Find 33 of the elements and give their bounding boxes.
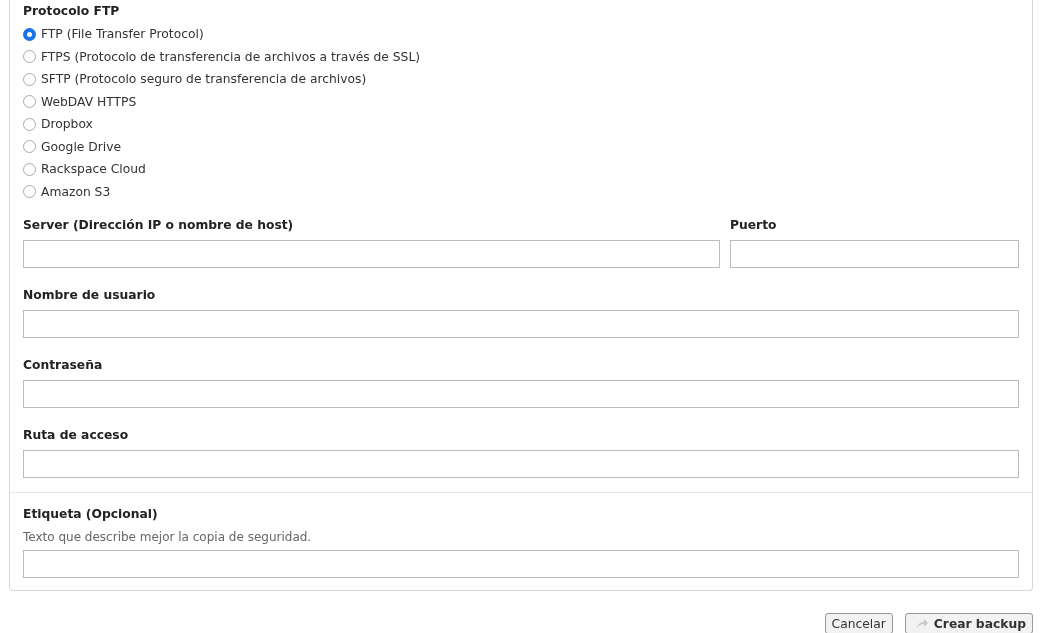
radio-option[interactable]: FTP (File Transfer Protocol) xyxy=(23,23,1019,46)
radio-button[interactable] xyxy=(23,140,36,154)
radio-option[interactable]: Rackspace Cloud xyxy=(23,158,1019,181)
radio-option[interactable]: Amazon S3 xyxy=(23,180,1019,203)
field-label: Protocolo FTP xyxy=(23,4,121,20)
radio-option[interactable]: Google Drive xyxy=(23,135,1019,158)
cancel-button[interactable]: Cancelar xyxy=(824,613,893,633)
text-input[interactable] xyxy=(23,310,1019,338)
radio-option[interactable]: WebDAV HTTPS xyxy=(23,90,1019,113)
radio-button[interactable] xyxy=(23,95,36,109)
port-input[interactable] xyxy=(730,240,1019,268)
radio-option[interactable]: SFTP (Protocolo seguro de transferencia de archivos) xyxy=(23,68,1019,91)
radio-button[interactable] xyxy=(23,27,36,41)
text-input[interactable] xyxy=(23,450,1019,478)
radio-button[interactable] xyxy=(23,185,36,199)
field-label: Nombre de usuario xyxy=(23,288,157,304)
field-label: Ruta de acceso xyxy=(23,428,130,444)
tag-input[interactable] xyxy=(23,550,1019,578)
text-input[interactable] xyxy=(23,380,1019,408)
radio-button[interactable] xyxy=(23,50,36,64)
help-text: Texto que describe mejor la copia de seguridad. xyxy=(23,530,313,544)
radio-button[interactable] xyxy=(23,117,36,131)
radio-option[interactable]: FTPS (Protocolo de transferencia de archivos a través de SSL) xyxy=(23,45,1019,68)
field-label: Contraseña xyxy=(23,358,104,374)
create-backup-button[interactable]: Crear backup xyxy=(904,613,1033,633)
field-label: Etiqueta (Opcional) xyxy=(23,507,159,523)
share-arrow-icon xyxy=(915,618,929,629)
radio-option[interactable]: Dropbox xyxy=(23,113,1019,136)
field-label: Server (Dirección IP o nombre de host) xyxy=(23,218,295,234)
radio-button[interactable] xyxy=(23,72,36,86)
field-label: Puerto xyxy=(730,218,778,234)
radio-button[interactable] xyxy=(23,162,36,176)
server-input[interactable] xyxy=(23,240,720,268)
